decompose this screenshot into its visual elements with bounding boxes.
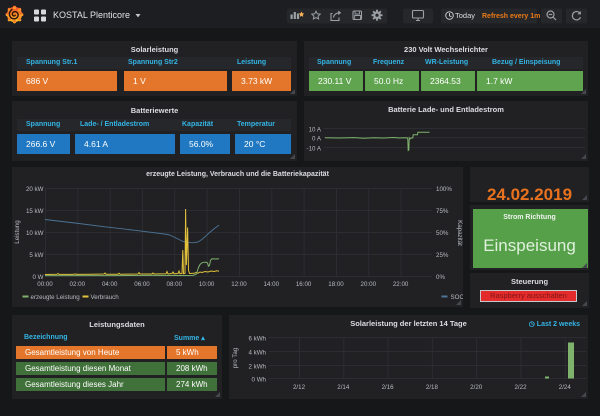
- svg-text:2/24: 2/24: [559, 384, 572, 391]
- svg-text:16:00: 16:00: [296, 281, 312, 288]
- svg-text:2/14: 2/14: [337, 384, 350, 391]
- svg-text:22:00: 22:00: [393, 281, 409, 288]
- svg-text:6 kWh: 6 kWh: [248, 336, 266, 343]
- svg-text:12:00: 12:00: [231, 281, 247, 288]
- svg-text:14:00: 14:00: [264, 281, 280, 288]
- svg-text:04:00: 04:00: [102, 281, 118, 288]
- svg-text:02:00: 02:00: [70, 281, 86, 288]
- svg-text:06:00: 06:00: [134, 281, 150, 288]
- svg-text:20:00: 20:00: [361, 281, 377, 288]
- svg-text:2/20: 2/20: [470, 384, 483, 391]
- svg-text:2/12: 2/12: [293, 384, 306, 391]
- svg-text:08:00: 08:00: [167, 281, 183, 288]
- svg-text:2/18: 2/18: [426, 384, 439, 391]
- svg-text:0 W: 0 W: [32, 274, 43, 281]
- svg-text:2/22: 2/22: [514, 384, 527, 391]
- svg-text:5 kW: 5 kW: [29, 252, 43, 259]
- svg-text:10 A: 10 A: [309, 127, 322, 134]
- svg-text:Leistung: Leistung: [14, 220, 21, 244]
- svg-text:pro Tag: pro Tag: [232, 347, 239, 368]
- svg-text:2 kWh: 2 kWh: [248, 364, 266, 371]
- svg-text:10:00: 10:00: [199, 281, 215, 288]
- svg-text:15 kW: 15 kW: [26, 208, 44, 215]
- svg-text:erzeugte Leistung: erzeugte Leistung: [31, 294, 81, 301]
- svg-text:00:00: 00:00: [37, 281, 53, 288]
- svg-text:2/16: 2/16: [382, 384, 395, 391]
- svg-text:Today: Today: [455, 11, 475, 20]
- svg-text:4 kWh: 4 kWh: [248, 350, 266, 357]
- svg-text:0 A: 0 A: [312, 136, 322, 143]
- svg-text:100%: 100%: [436, 186, 452, 193]
- svg-text:KOSTAL Plenticore: KOSTAL Plenticore: [53, 10, 130, 20]
- svg-text:18:00: 18:00: [328, 281, 344, 288]
- svg-text:-10 A: -10 A: [307, 146, 322, 153]
- svg-text:75%: 75%: [436, 208, 449, 215]
- svg-text:0 Wh: 0 Wh: [252, 377, 267, 384]
- svg-text:Refresh every 1m: Refresh every 1m: [482, 13, 540, 20]
- svg-text:Verbrauch: Verbrauch: [91, 294, 120, 301]
- svg-text:50%: 50%: [436, 230, 449, 237]
- svg-text:10 kW: 10 kW: [26, 230, 44, 237]
- svg-text:0%: 0%: [436, 274, 445, 281]
- svg-text:20 kW: 20 kW: [26, 186, 44, 193]
- svg-text:Kapazität: Kapazität: [456, 220, 463, 246]
- svg-text:25%: 25%: [436, 252, 449, 259]
